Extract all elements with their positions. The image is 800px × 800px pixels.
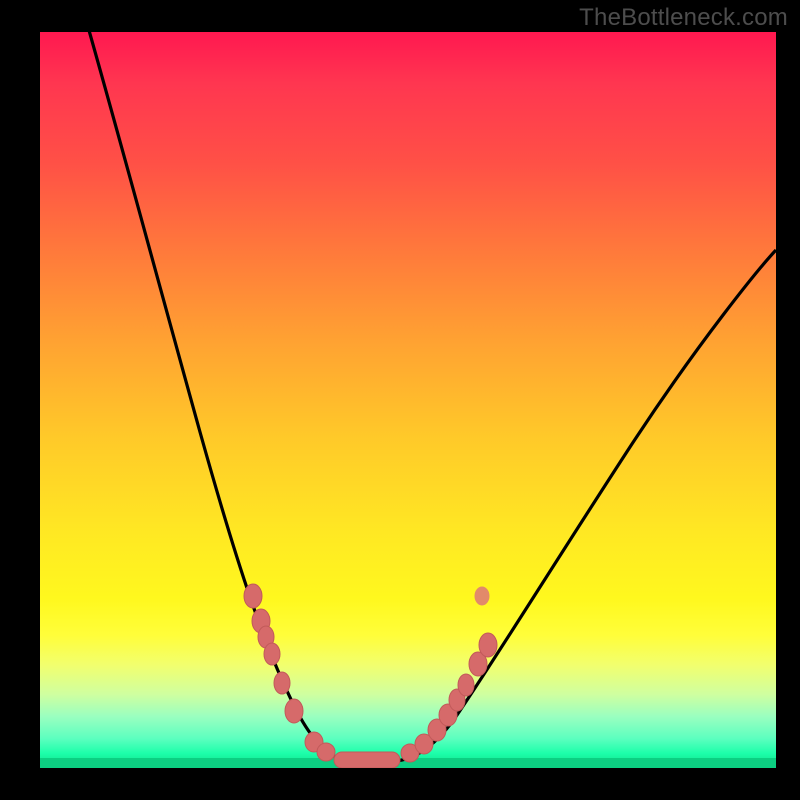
plot-area [40,32,776,768]
marker-dot [285,699,303,723]
marker-dot [458,674,474,696]
marker-dot [274,672,290,694]
marker-dot [264,643,280,665]
marker-dot [317,743,335,761]
marker-dot [244,584,262,608]
marker-group [244,584,497,768]
chart-svg [40,32,776,768]
marker-pill [334,752,400,768]
watermark-text: TheBottleneck.com [579,4,788,32]
bottleneck-curve [78,32,776,762]
marker-dot [479,633,497,657]
marker-dot [475,587,489,605]
chart-frame: TheBottleneck.com [0,0,800,800]
